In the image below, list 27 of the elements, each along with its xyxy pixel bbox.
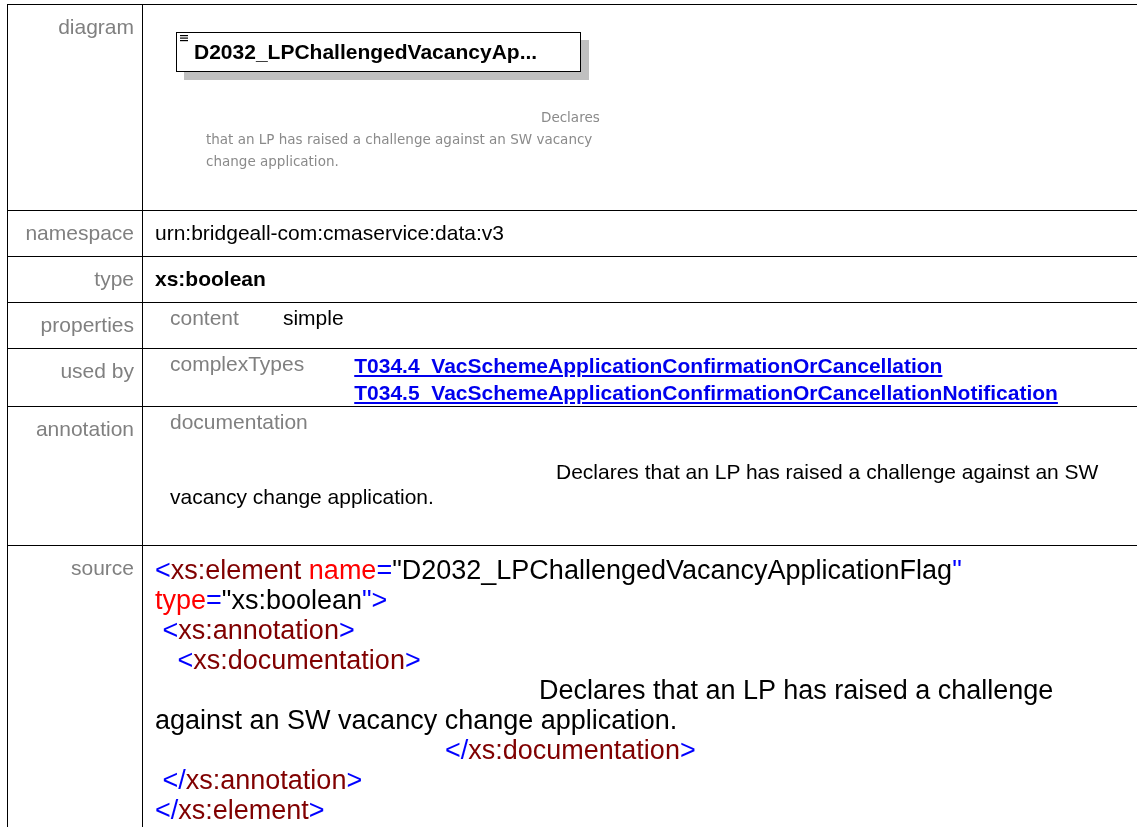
- row-label: annotation: [35, 417, 134, 440]
- row-label: source: [70, 556, 134, 579]
- lines-icon: [180, 35, 188, 42]
- type-value: xs:boolean: [155, 267, 266, 290]
- row-label: properties: [40, 313, 134, 336]
- code-line: type="xs:boolean">: [155, 585, 389, 615]
- property-key: complexTypes: [170, 352, 305, 406]
- type-link[interactable]: T034.5_VacSchemeApplicationConfirmationOrCancellationNotification: [354, 379, 1058, 406]
- documentation-text: Declares that an LP has raised a challenge against an SW vacancy change application.: [169, 459, 1100, 509]
- namespace-value: urn:bridgeall-com:cmaservice:data:v3: [155, 221, 504, 244]
- code-line: <xs:annotation>: [161, 615, 356, 645]
- element-name: D2032_LPChallengedVacancyAp...: [194, 40, 538, 64]
- code-line: <xs:documentation>: [176, 645, 422, 675]
- code-line: Declares that an LP has raised a challenge against an SW vacancy change application.: [155, 675, 1055, 735]
- code-line: </xs:documentation>: [444, 735, 697, 765]
- code-line: <xs:element name="D2032_LPChallengedVacancyApplicationFlag": [155, 555, 963, 585]
- property-value: simple: [282, 306, 344, 330]
- property-key: content: [170, 306, 239, 330]
- row-label: type: [94, 267, 134, 290]
- annotation-key: documentation: [155, 410, 1130, 434]
- code-line: </xs:element>: [155, 795, 326, 825]
- element-doc: Declares that an LP has raised a challenge against an SW vacancy change application.: [206, 108, 601, 171]
- row-label: used by: [60, 359, 134, 382]
- row-label: namespace: [25, 221, 134, 244]
- row-label: diagram: [58, 15, 134, 38]
- type-link[interactable]: T034.4_VacSchemeApplicationConfirmationOrCancellation: [354, 352, 1058, 379]
- code-line: </xs:annotation>: [161, 765, 364, 795]
